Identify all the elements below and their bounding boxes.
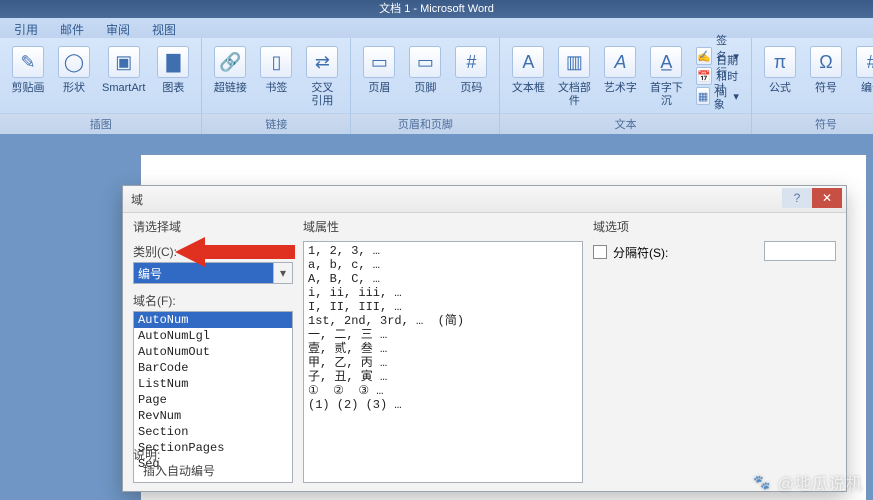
description-label: 说明: — [133, 446, 160, 463]
list-item[interactable]: Section — [134, 424, 292, 440]
format-listbox[interactable]: 1, 2, 3, … a, b, c, … A, B, C, … i, ii, … — [303, 241, 583, 483]
list-item[interactable]: Page — [134, 392, 292, 408]
clipart-icon: ✎ — [12, 46, 44, 78]
separator-checkbox[interactable]: 分隔符(S): — [593, 244, 668, 261]
category-label: 类别(C): — [133, 243, 293, 260]
pagenum-button[interactable]: # 页码 — [449, 44, 493, 97]
checkbox-box — [593, 245, 607, 259]
symbol-button[interactable]: Ω 符号 — [804, 44, 848, 97]
group-label-links: 链接 — [202, 113, 350, 134]
group-label-illustrations: 插图 — [0, 113, 201, 134]
clipart-button[interactable]: ✎ 剪贴画 — [6, 44, 50, 97]
tab-mailings[interactable]: 邮件 — [50, 19, 94, 38]
signature-icon: ✍ — [696, 47, 712, 65]
ribbon-group-headerfooter: ▭ 页眉 ▭ 页脚 # 页码 页眉和页脚 — [351, 38, 500, 134]
watermark: 🐾 @地瓜说机 — [753, 470, 863, 494]
paw-icon: 🐾 — [753, 474, 771, 491]
category-combo[interactable]: 编号 ▾ — [133, 262, 293, 284]
list-item[interactable]: AutoNumLgl — [134, 328, 292, 344]
wordart-button[interactable]: A 艺术字 — [598, 44, 642, 97]
ribbon-group-links: 🔗 超链接 ▯ 书签 ⇄ 交叉 引用 链接 — [202, 38, 351, 134]
chevron-down-icon: ▾ — [273, 263, 292, 283]
hyperlink-icon: 🔗 — [214, 46, 246, 78]
quickparts-icon: ▥ — [558, 46, 590, 78]
footer-icon: ▭ — [409, 46, 441, 78]
dialog-help-button[interactable]: ? — [782, 188, 812, 208]
list-item[interactable]: AutoNum — [134, 312, 292, 328]
shapes-button[interactable]: ◯ 形状 — [52, 44, 96, 97]
list-item[interactable]: BarCode — [134, 360, 292, 376]
smartart-icon: ▣ — [108, 46, 140, 78]
ribbon-group-illustrations: ✎ 剪贴画 ◯ 形状 ▣ SmartArt ▇ 图表 插图 — [0, 38, 202, 134]
field-dialog: 域 ? ✕ 请选择域 类别(C): 编号 ▾ 域名(F): AutoNum Au… — [122, 185, 847, 492]
header-icon: ▭ — [363, 46, 395, 78]
crossref-icon: ⇄ — [306, 46, 338, 78]
description-text: 插入自动编号 — [143, 462, 215, 479]
calendar-icon: 📅 — [696, 67, 712, 85]
header-button[interactable]: ▭ 页眉 — [357, 44, 401, 97]
wordart-icon: A — [604, 46, 636, 78]
textbox-button[interactable]: A 文本框 — [506, 44, 550, 97]
fieldname-label: 域名(F): — [133, 292, 293, 309]
select-field-label: 请选择域 — [133, 218, 293, 235]
footer-button[interactable]: ▭ 页脚 — [403, 44, 447, 97]
pagenum-icon: # — [455, 46, 487, 78]
chevron-down-icon: ▾ — [733, 90, 739, 103]
pi-icon: π — [764, 46, 796, 78]
options-label: 域选项 — [593, 218, 836, 235]
chart-button[interactable]: ▇ 图表 — [151, 44, 195, 97]
object-button[interactable]: ▦ 对象 ▾ — [694, 86, 741, 106]
ribbon-group-text: A 文本框 ▥ 文档部件 A 艺术字 A̲ 首字下沉 ✍ 签名行 ▾ — [500, 38, 752, 134]
dialog-close-button[interactable]: ✕ — [812, 188, 842, 208]
hyperlink-button[interactable]: 🔗 超链接 — [208, 44, 252, 97]
shapes-icon: ◯ — [58, 46, 90, 78]
ribbon-tabs: 引用 邮件 审阅 视图 — [0, 18, 873, 39]
ribbon-group-symbols: π 公式 Ω 符号 # 编号 符号 — [752, 38, 873, 134]
quickparts-button[interactable]: ▥ 文档部件 — [552, 44, 596, 110]
separator-label: 分隔符(S): — [613, 244, 668, 261]
tab-references[interactable]: 引用 — [4, 19, 48, 38]
separator-input[interactable] — [764, 241, 836, 261]
properties-label: 域属性 — [303, 218, 583, 235]
group-label-symbols: 符号 — [752, 113, 873, 134]
number-button[interactable]: # 编号 — [850, 44, 873, 97]
equation-button[interactable]: π 公式 — [758, 44, 802, 97]
textbox-icon: A — [512, 46, 544, 78]
group-label-headerfooter: 页眉和页脚 — [351, 113, 499, 134]
ribbon: ✎ 剪贴画 ◯ 形状 ▣ SmartArt ▇ 图表 插图 🔗 超链接 — [0, 38, 873, 135]
bookmark-button[interactable]: ▯ 书签 — [254, 44, 298, 97]
object-icon: ▦ — [696, 87, 709, 105]
group-label-text: 文本 — [500, 113, 751, 134]
window-title: 文档 1 - Microsoft Word — [0, 0, 873, 18]
dialog-title: 域 — [131, 191, 143, 208]
smartart-button[interactable]: ▣ SmartArt — [98, 44, 149, 97]
dropcap-button[interactable]: A̲ 首字下沉 — [644, 44, 688, 110]
list-item[interactable]: ListNum — [134, 376, 292, 392]
list-item[interactable]: RevNum — [134, 408, 292, 424]
list-item[interactable]: AutoNumOut — [134, 344, 292, 360]
category-value: 编号 — [134, 265, 273, 282]
crossref-button[interactable]: ⇄ 交叉 引用 — [300, 44, 344, 110]
tab-view[interactable]: 视图 — [142, 19, 186, 38]
bookmark-icon: ▯ — [260, 46, 292, 78]
number-icon: # — [856, 46, 873, 78]
chart-icon: ▇ — [157, 46, 189, 78]
tab-review[interactable]: 审阅 — [96, 19, 140, 38]
dropcap-icon: A̲ — [650, 46, 682, 78]
dialog-titlebar: 域 ? ✕ — [123, 186, 846, 213]
omega-icon: Ω — [810, 46, 842, 78]
